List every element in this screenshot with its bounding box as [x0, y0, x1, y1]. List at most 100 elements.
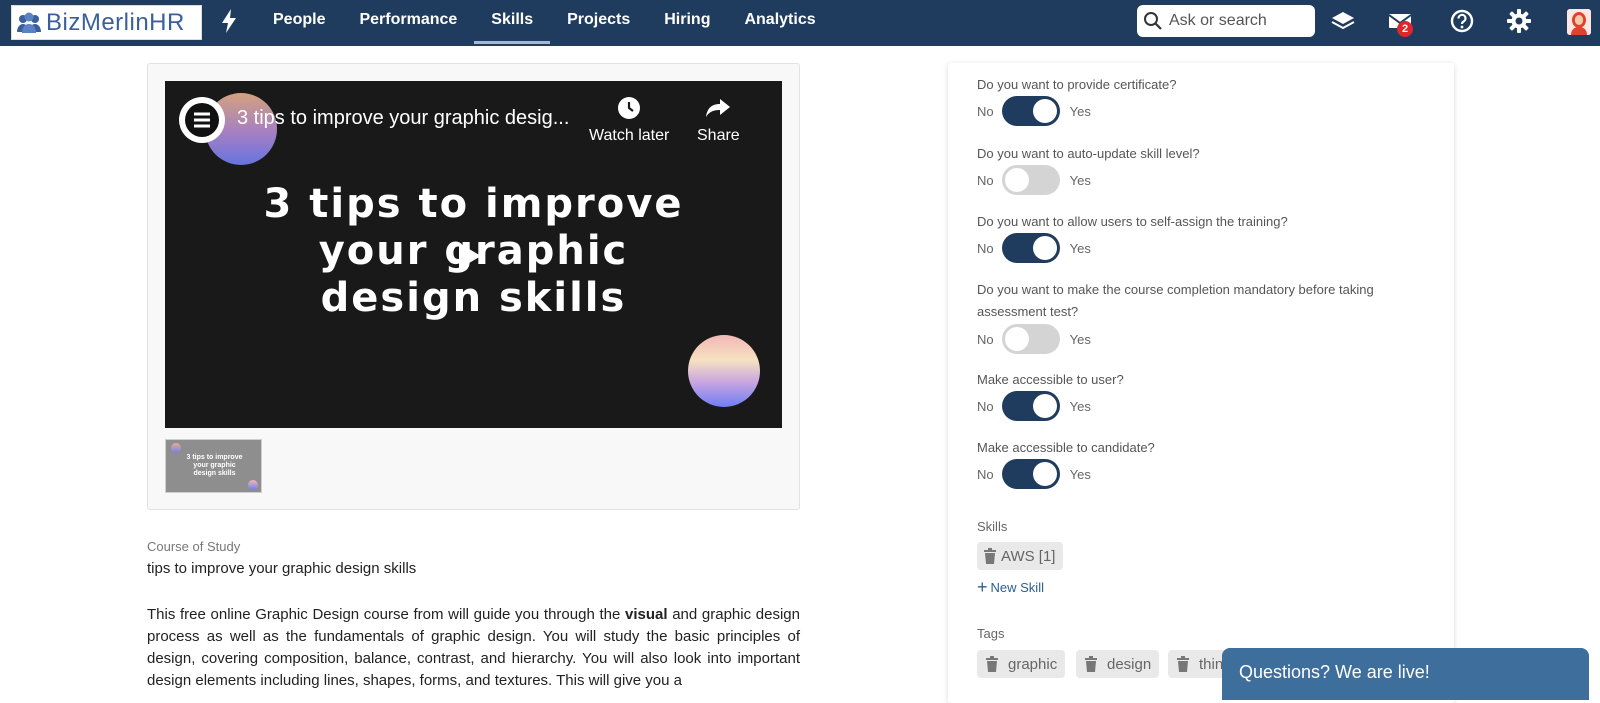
decorative-orb: [688, 335, 760, 407]
course-description: This free online Graphic Design course f…: [147, 604, 800, 692]
search-box[interactable]: [1137, 5, 1315, 37]
toggle-knob: [1032, 462, 1057, 486]
question-accessible-user: Make accessible to user?: [977, 372, 1124, 387]
avatar[interactable]: [1567, 9, 1591, 35]
question-mandatory-completion: Do you want to make the course completio…: [977, 282, 1374, 319]
video-title[interactable]: 3 tips to improve your graphic desig...: [237, 107, 569, 130]
toggle-row-self-assign: No Yes: [977, 233, 1091, 263]
toggle-yes-label: Yes: [1069, 172, 1091, 188]
nav-performance[interactable]: Performance: [342, 0, 474, 46]
play-icon[interactable]: [459, 243, 481, 269]
top-navbar: BizMerlinHR People Performance Skills Pr…: [0, 0, 1600, 46]
brand-logo[interactable]: BizMerlinHR: [11, 5, 202, 40]
toggle-knob: [1032, 236, 1057, 260]
gear-icon[interactable]: [1506, 8, 1532, 34]
question-self-assign: Do you want to allow users to self-assig…: [977, 214, 1288, 229]
plus-icon: +: [977, 577, 988, 597]
video-card: 3 tips to improve your graphic desig... …: [147, 63, 800, 510]
self-assign-toggle[interactable]: [1001, 233, 1060, 263]
thumb-line: your graphic: [193, 462, 236, 469]
tag-chip-label: thin: [1199, 655, 1224, 673]
toggle-row-accessible-user: No Yes: [977, 391, 1091, 421]
main-nav: People Performance Skills Projects Hirin…: [256, 0, 833, 46]
skills-label: Skills: [977, 519, 1008, 534]
trash-icon[interactable]: [1084, 656, 1098, 672]
video-player[interactable]: 3 tips to improve your graphic desig... …: [165, 81, 782, 428]
new-skill-label: New Skill: [990, 580, 1044, 595]
mail-count-badge: 2: [1397, 21, 1413, 37]
tag-chip-label: design: [1107, 655, 1152, 673]
help-icon[interactable]: [1449, 8, 1475, 34]
tag-chip[interactable]: graphic: [977, 650, 1066, 678]
nav-skills[interactable]: Skills: [474, 0, 550, 46]
layers-icon[interactable]: [1330, 8, 1356, 34]
trash-icon[interactable]: [985, 656, 999, 672]
bolt-icon[interactable]: [218, 8, 240, 34]
toggle-row-auto-update: No Yes: [977, 165, 1091, 195]
toggle-row-accessible-candidate: No Yes: [977, 459, 1091, 489]
course-title: tips to improve your graphic design skil…: [147, 560, 417, 577]
people-logo-icon: [17, 12, 41, 33]
thumb-headline: 3 tips to improve your graphic design sk…: [166, 454, 261, 478]
toggle-knob: [1004, 327, 1029, 351]
nav-projects[interactable]: Projects: [550, 0, 647, 46]
toggle-no-label: No: [977, 398, 994, 414]
live-chat-widget[interactable]: Questions? We are live!: [1222, 648, 1589, 700]
clock-icon: [618, 97, 641, 119]
mandatory-completion-toggle[interactable]: [1001, 324, 1060, 354]
toggle-yes-label: Yes: [1069, 466, 1091, 482]
thumb-line: 3 tips to improve: [186, 454, 243, 461]
toggle-row-mandatory-completion: No Yes: [977, 324, 1091, 354]
toggle-yes-label: Yes: [1069, 331, 1091, 347]
course-label: Course of Study: [147, 539, 241, 554]
desc-bold-text: visual: [625, 606, 668, 623]
chat-label: Questions? We are live!: [1239, 662, 1430, 682]
certificate-toggle[interactable]: [1001, 96, 1060, 126]
question-certificate: Do you want to provide certificate?: [977, 77, 1177, 92]
channel-logo[interactable]: [179, 97, 225, 143]
nav-analytics[interactable]: Analytics: [727, 0, 832, 46]
skill-chip[interactable]: AWS [1]: [977, 542, 1064, 570]
share-icon: [706, 99, 731, 117]
skill-chip-label: AWS [1]: [1001, 547, 1056, 565]
toggle-knob: [1032, 99, 1057, 123]
toggle-row-certificate: No Yes: [977, 96, 1091, 126]
toggle-yes-label: Yes: [1069, 398, 1091, 414]
share-button[interactable]: Share: [697, 95, 740, 145]
watch-later-button[interactable]: Watch later: [589, 95, 669, 145]
headline-line: design skills: [320, 275, 627, 321]
tag-chip[interactable]: design: [1076, 650, 1160, 678]
new-skill-link[interactable]: + New Skill: [977, 577, 1044, 597]
question-accessible-candidate: Make accessible to candidate?: [977, 440, 1155, 455]
channel-logo-icon: [185, 103, 219, 137]
thumb-line: design skills: [193, 470, 236, 477]
toggle-no-label: No: [977, 466, 994, 482]
search-input[interactable]: [1169, 12, 1309, 30]
brand-name: BizMerlinHR: [46, 8, 185, 36]
watch-later-label: Watch later: [589, 127, 670, 144]
tag-chip-label: graphic: [1008, 655, 1058, 673]
video-thumbnail[interactable]: 3 tips to improve your graphic design sk…: [165, 439, 262, 493]
thumb-orb: [248, 480, 258, 490]
toggle-no-label: No: [977, 331, 994, 347]
trash-icon[interactable]: [983, 548, 997, 564]
toggle-no-label: No: [977, 103, 994, 119]
thumb-orb: [171, 443, 181, 453]
toggle-yes-label: Yes: [1069, 103, 1091, 119]
headline-line: 3 tips to improve: [263, 181, 684, 227]
desc-text: This free online Graphic Design course f…: [147, 606, 625, 623]
question-auto-update: Do you want to auto-update skill level?: [977, 146, 1200, 161]
nav-people[interactable]: People: [256, 0, 342, 46]
toggle-no-label: No: [977, 240, 994, 256]
accessible-user-toggle[interactable]: [1001, 391, 1060, 421]
course-settings-panel: Do you want to provide certificate? No Y…: [948, 63, 1454, 703]
toggle-knob: [1032, 394, 1057, 418]
toggle-no-label: No: [977, 172, 994, 188]
trash-icon[interactable]: [1176, 656, 1190, 672]
search-icon: [1144, 12, 1162, 30]
toggle-knob: [1004, 168, 1029, 192]
accessible-candidate-toggle[interactable]: [1001, 459, 1060, 489]
nav-hiring[interactable]: Hiring: [647, 0, 727, 46]
avatar-person-icon: [1567, 9, 1591, 35]
auto-update-toggle[interactable]: [1001, 165, 1060, 195]
